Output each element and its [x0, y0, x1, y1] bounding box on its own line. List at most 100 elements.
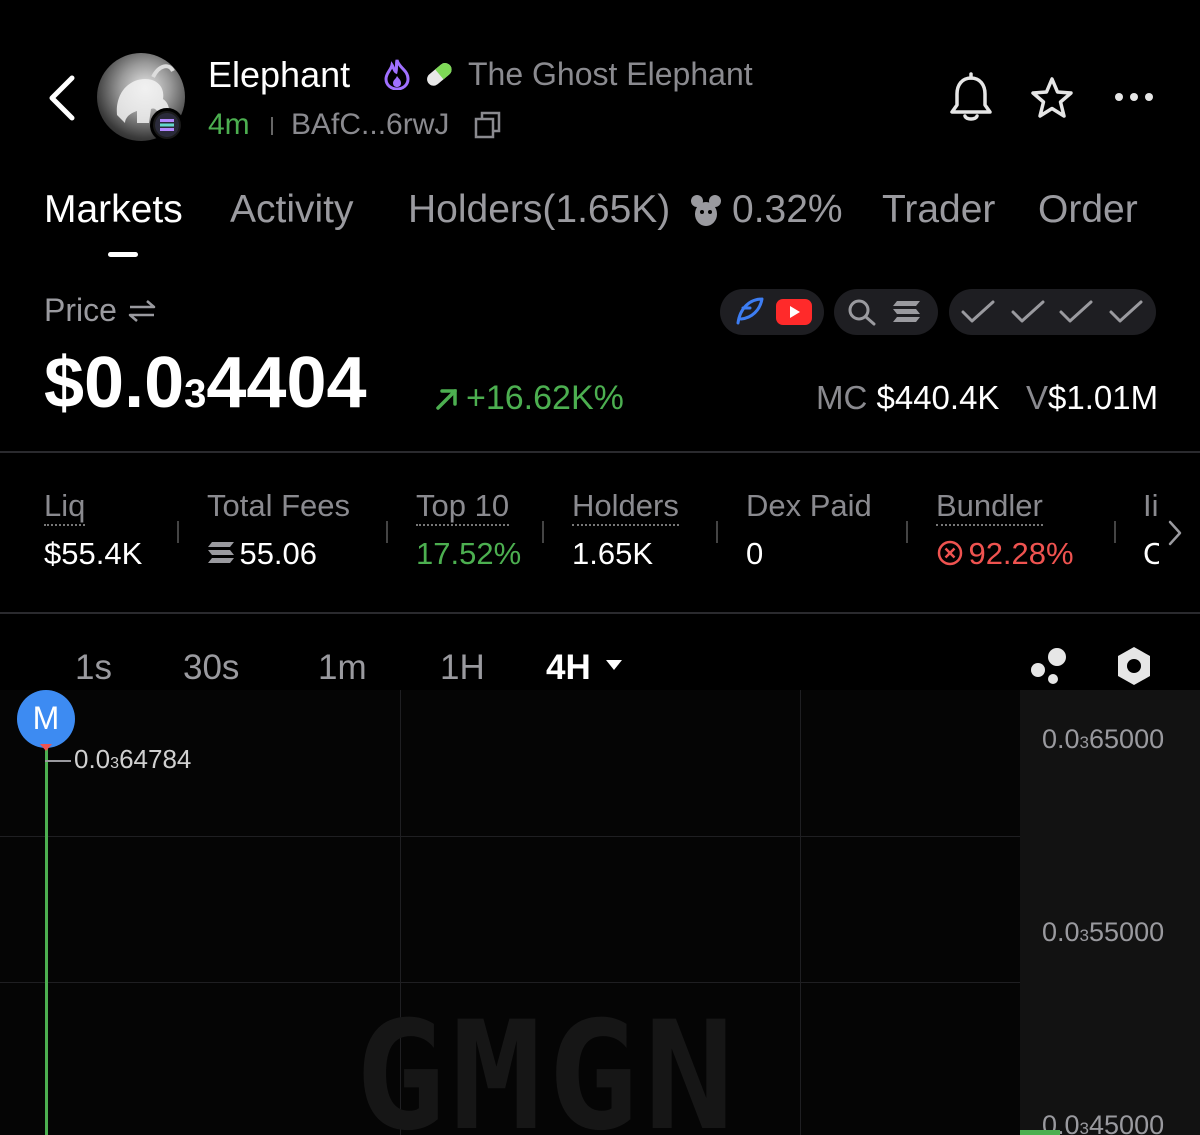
solana-icon[interactable]: [892, 299, 922, 325]
timeframe-30s[interactable]: 30s: [183, 648, 239, 688]
price-value: $0.034404: [44, 342, 367, 424]
stat-holders[interactable]: Holders 1.65K: [572, 488, 679, 572]
stat-bundler-row: 92.28%: [936, 536, 1074, 572]
stat-liq-value: $55.4K: [44, 536, 143, 571]
social-links-group[interactable]: [720, 289, 824, 335]
high-price-main: 0.0: [74, 744, 111, 774]
y-tick-tail: 65000: [1089, 724, 1165, 754]
grid-line-horizontal: [0, 982, 1020, 983]
stat-total-fees-row: 55.06: [207, 536, 350, 572]
solana-icon: [208, 542, 234, 563]
stat-holders-label: Holders: [572, 488, 679, 526]
stat-bundler-value: 92.28%: [968, 536, 1074, 571]
indicators-icon[interactable]: [1026, 646, 1070, 686]
current-price-tag: [1020, 1130, 1060, 1135]
tab-rat-percent[interactable]: 0.32%: [732, 188, 843, 232]
y-tick-main: 0.0: [1042, 917, 1080, 947]
y-tick-tail: 45000: [1089, 1110, 1165, 1135]
stat-liq[interactable]: Liq $55.4K: [44, 488, 142, 572]
migration-marker[interactable]: M: [17, 690, 75, 748]
timeframe-4h-label: 4H: [546, 648, 591, 687]
y-tick-main: 0.0: [1042, 724, 1080, 754]
star-icon[interactable]: [1029, 76, 1075, 120]
youtube-icon[interactable]: [776, 299, 812, 325]
price-tail: 4404: [206, 343, 367, 423]
grid-line-vertical: [800, 690, 801, 1135]
stat-insiders-value: C: [1143, 536, 1159, 571]
stat-top10-value: 17.52%: [416, 536, 522, 571]
chart-area[interactable]: GMGN 0.0364784 M 0.0365000 0.0355000 0.0…: [0, 690, 1200, 1135]
timeframe-1s[interactable]: 1s: [75, 648, 112, 688]
mc-value: $440.4K: [876, 379, 1000, 416]
timeframe-4h[interactable]: 4H: [546, 648, 591, 688]
copy-icon[interactable]: [473, 110, 503, 140]
stat-separator: [177, 521, 179, 543]
marker-pointer: [40, 744, 52, 751]
stats-scroll-right-icon[interactable]: [1165, 518, 1185, 548]
section-divider: [0, 612, 1200, 614]
tab-markets[interactable]: Markets: [44, 188, 183, 232]
tab-order[interactable]: Order: [1038, 188, 1138, 232]
warning-x-icon: [937, 540, 963, 566]
solana-badge-icon: [150, 108, 184, 142]
price-subscript: 3: [184, 372, 207, 416]
token-age: 4m: [208, 108, 250, 141]
timeframe-1m[interactable]: 1m: [318, 648, 367, 688]
tab-holders[interactable]: Holders(1.65K): [408, 188, 670, 232]
market-cap: MC $440.4K: [816, 379, 999, 417]
price-label: Price: [44, 292, 117, 328]
pill-icon: [422, 58, 456, 90]
stat-separator: [542, 521, 544, 543]
swap-icon[interactable]: [127, 298, 157, 324]
back-button[interactable]: [44, 72, 80, 124]
stat-bundler[interactable]: Bundler 92.28%: [936, 488, 1074, 572]
stat-insiders-partial[interactable]: Ii C: [1143, 488, 1159, 572]
caret-down-icon[interactable]: [604, 658, 624, 672]
stat-total-fees-value: 55.06: [239, 536, 318, 571]
price-main: $0.0: [44, 343, 185, 423]
stat-separator: [716, 521, 718, 543]
stat-total-fees[interactable]: Total Fees 55.06: [207, 488, 350, 572]
stat-total-fees-label: Total Fees: [207, 488, 351, 523]
section-divider: [0, 451, 1200, 453]
timeframe-1h[interactable]: 1H: [440, 648, 485, 688]
stat-insiders-label: Ii: [1143, 488, 1159, 523]
stat-separator: [386, 521, 388, 543]
grid-line-horizontal: [0, 836, 1020, 837]
y-tick-sub: 3: [1079, 733, 1090, 752]
y-tick: 0.0365000: [1042, 724, 1164, 755]
token-name: Elephant: [208, 54, 351, 95]
more-options-icon[interactable]: [1114, 90, 1156, 104]
checks-group[interactable]: [949, 289, 1156, 335]
stat-bundler-label: Bundler: [936, 488, 1043, 526]
settings-hexagon-icon[interactable]: [1114, 644, 1154, 688]
stat-top10[interactable]: Top 10 17.52%: [416, 488, 521, 572]
mc-label: MC: [816, 379, 868, 416]
divider: [271, 117, 273, 135]
migration-marker-label: M: [32, 700, 60, 736]
y-tick-sub: 3: [1079, 926, 1090, 945]
price-axis-panel: [1020, 690, 1200, 1135]
search-icon[interactable]: [846, 297, 878, 327]
y-tick: 0.0355000: [1042, 917, 1164, 948]
arrow-up-right-icon: [434, 386, 460, 412]
tab-active-indicator: [108, 252, 138, 257]
stat-separator: [1114, 521, 1116, 543]
token-address[interactable]: BAfC...6rwJ: [291, 108, 449, 142]
stat-dex-paid-value: 0: [746, 536, 764, 571]
bell-icon[interactable]: [948, 72, 994, 122]
tab-trader[interactable]: Trader: [882, 188, 995, 232]
price-change: +16.62K%: [466, 379, 624, 417]
high-price-label: 0.0364784: [74, 744, 191, 775]
volume: V$1.01M: [1026, 379, 1158, 417]
search-tools-group[interactable]: [834, 289, 938, 335]
y-tick-tail: 55000: [1089, 917, 1165, 947]
token-fullname: The Ghost Elephant: [468, 56, 753, 92]
check-icons: [961, 300, 1143, 323]
chevron-left-icon: [49, 75, 75, 121]
tab-activity[interactable]: Activity: [230, 188, 354, 232]
feather-icon[interactable]: [732, 296, 766, 328]
rat-icon: [688, 192, 724, 228]
y-tick-sub: 3: [1079, 1119, 1090, 1135]
stat-dex-paid[interactable]: Dex Paid 0: [746, 488, 872, 572]
